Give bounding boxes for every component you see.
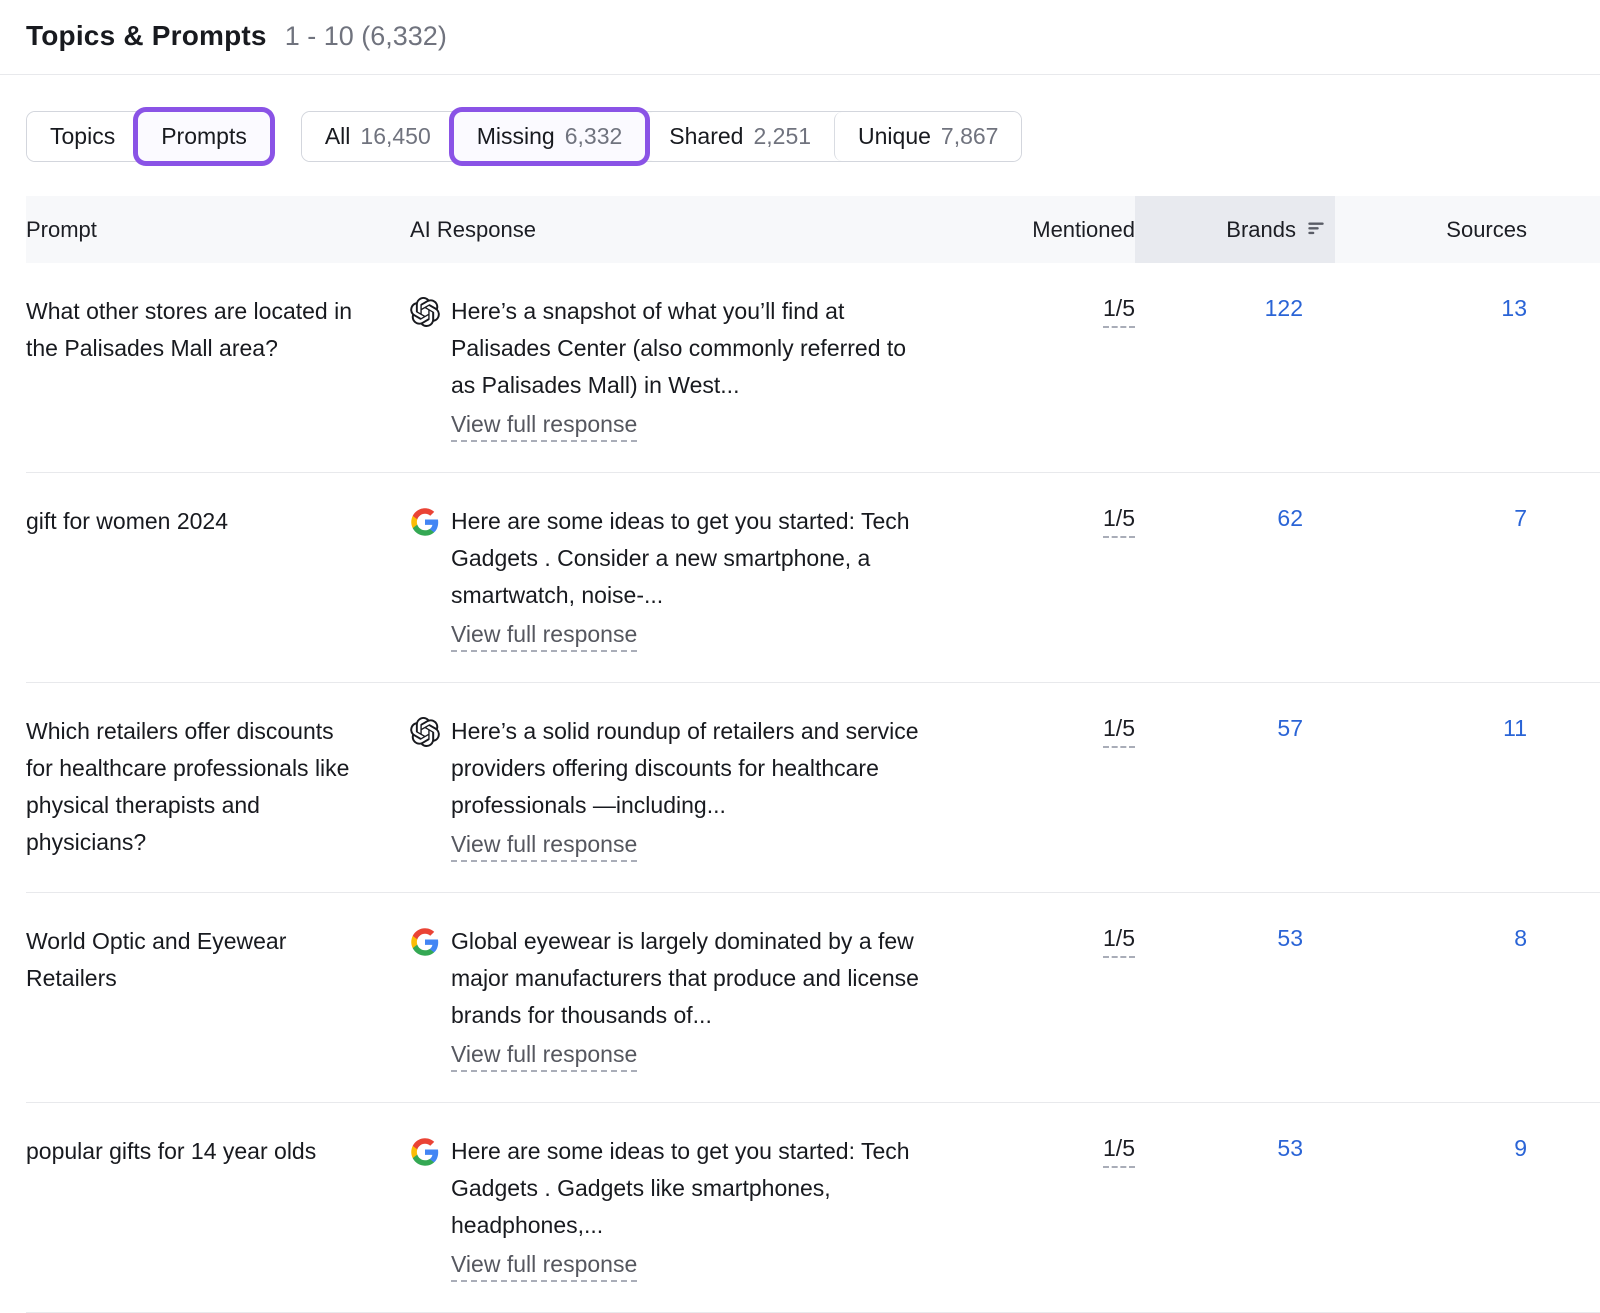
ai-response-cell: Here are some ideas to get you started: … — [410, 503, 970, 652]
ai-response-cell: Global eyewear is largely dominated by a… — [410, 923, 970, 1072]
brands-count[interactable]: 53 — [1277, 925, 1303, 951]
table-row: What other stores are located in the Pal… — [26, 263, 1600, 473]
brands-count[interactable]: 122 — [1265, 295, 1303, 321]
sources-count[interactable]: 7 — [1514, 505, 1527, 531]
ai-response-body: Here’s a solid roundup of retailers and … — [451, 713, 920, 862]
mentioned-value[interactable]: 1/5 — [1103, 1133, 1135, 1168]
sources-cell: 11 — [1335, 713, 1527, 743]
brands-cell: 57 — [1135, 713, 1335, 743]
filter-label: All — [325, 123, 351, 150]
sources-cell: 9 — [1335, 1133, 1527, 1163]
sources-cell: 13 — [1335, 293, 1527, 323]
ai-response-text: Here’s a solid roundup of retailers and … — [451, 718, 919, 818]
ai-response-cell: Here are some ideas to get you started: … — [410, 1133, 970, 1282]
sources-cell: 8 — [1335, 923, 1527, 953]
topics-prompts-toggle: Topics Prompts — [26, 111, 271, 162]
view-full-response-link[interactable]: View full response — [451, 831, 637, 862]
column-header-sources: Sources — [1335, 196, 1527, 263]
view-full-response-link[interactable]: View full response — [451, 1251, 637, 1282]
view-full-response-link[interactable]: View full response — [451, 1041, 637, 1072]
table-row: popular gifts for 14 year olds Here are … — [26, 1103, 1600, 1313]
ai-response-cell: Here’s a snapshot of what you’ll find at… — [410, 293, 970, 442]
table-row: Which retailers offer discounts for heal… — [26, 683, 1600, 893]
page-title: Topics & Prompts — [26, 20, 267, 52]
brands-count[interactable]: 62 — [1277, 505, 1303, 531]
mentioned-value[interactable]: 1/5 — [1103, 713, 1135, 748]
toggle-topics-label: Topics — [50, 123, 115, 150]
toggle-prompts[interactable]: Prompts — [138, 112, 270, 161]
toggle-prompts-label: Prompts — [161, 123, 247, 150]
ai-response-text: Here’s a snapshot of what you’ll find at… — [451, 298, 906, 398]
mentioned-cell: 1/5 — [970, 1133, 1135, 1168]
column-header-prompt: Prompt — [26, 196, 410, 263]
sources-count[interactable]: 8 — [1514, 925, 1527, 951]
mentioned-cell: 1/5 — [970, 503, 1135, 538]
filter-tab-all[interactable]: All 16,450 — [302, 112, 454, 161]
filter-label: Shared — [669, 123, 743, 150]
sources-count[interactable]: 11 — [1503, 715, 1527, 741]
table-body: What other stores are located in the Pal… — [26, 263, 1600, 1313]
brands-count[interactable]: 53 — [1277, 1135, 1303, 1161]
column-header-brands-label: Brands — [1226, 217, 1296, 243]
sources-count[interactable]: 13 — [1501, 295, 1527, 321]
ai-response-body: Here’s a snapshot of what you’ll find at… — [451, 293, 920, 442]
filter-row: Topics Prompts All 16,450 Missing 6,332 … — [26, 111, 1574, 162]
column-header-mentioned: Mentioned — [970, 196, 1135, 263]
filter-tab-unique[interactable]: Unique 7,867 — [834, 112, 1021, 161]
sources-count[interactable]: 9 — [1514, 1135, 1527, 1161]
prompt-cell: gift for women 2024 — [26, 503, 410, 540]
prompt-cell: What other stores are located in the Pal… — [26, 293, 410, 367]
mentioned-value[interactable]: 1/5 — [1103, 923, 1135, 958]
sources-cell: 7 — [1335, 503, 1527, 533]
brands-cell: 62 — [1135, 503, 1335, 533]
ai-response-body: Here are some ideas to get you started: … — [451, 503, 920, 652]
google-icon — [410, 1137, 440, 1167]
column-header-ai-response: AI Response — [410, 196, 970, 263]
filter-count: 16,450 — [360, 123, 430, 150]
mentioned-cell: 1/5 — [970, 293, 1135, 328]
filter-label: Missing — [477, 123, 555, 150]
prompt-filter-tabs: All 16,450 Missing 6,332 Shared 2,251 Un… — [301, 111, 1023, 162]
table-row: gift for women 2024 Here are some ideas … — [26, 473, 1600, 683]
prompts-table: Prompt AI Response Mentioned Brands Sour… — [0, 196, 1600, 1313]
filter-count: 6,332 — [565, 123, 623, 150]
prompt-cell: popular gifts for 14 year olds — [26, 1133, 410, 1170]
google-icon — [410, 507, 440, 537]
ai-response-body: Global eyewear is largely dominated by a… — [451, 923, 920, 1072]
mentioned-value[interactable]: 1/5 — [1103, 293, 1135, 328]
brands-cell: 53 — [1135, 1133, 1335, 1163]
filter-count: 7,867 — [941, 123, 999, 150]
ai-response-text: Here are some ideas to get you started: … — [451, 1138, 910, 1238]
mentioned-value[interactable]: 1/5 — [1103, 503, 1135, 538]
filter-tab-missing[interactable]: Missing 6,332 — [454, 112, 646, 161]
view-full-response-link[interactable]: View full response — [451, 411, 637, 442]
filter-label: Unique — [858, 123, 931, 150]
filter-count: 2,251 — [753, 123, 811, 150]
ai-response-cell: Here’s a solid roundup of retailers and … — [410, 713, 970, 862]
brands-cell: 122 — [1135, 293, 1335, 323]
brands-count[interactable]: 57 — [1277, 715, 1303, 741]
table-row: World Optic and Eyewear Retailers Global… — [26, 893, 1600, 1103]
filter-tab-shared[interactable]: Shared 2,251 — [645, 112, 834, 161]
page-header: Topics & Prompts 1 - 10 (6,332) — [0, 0, 1600, 75]
sort-descending-icon[interactable] — [1305, 217, 1327, 239]
mentioned-cell: 1/5 — [970, 923, 1135, 958]
ai-response-body: Here are some ideas to get you started: … — [451, 1133, 920, 1282]
prompt-cell: World Optic and Eyewear Retailers — [26, 923, 410, 997]
prompt-cell: Which retailers offer discounts for heal… — [26, 713, 410, 861]
google-icon — [410, 927, 440, 957]
toggle-topics[interactable]: Topics — [27, 112, 138, 161]
ai-response-text: Global eyewear is largely dominated by a… — [451, 928, 919, 1028]
column-header-brands[interactable]: Brands — [1135, 196, 1335, 263]
ai-response-text: Here are some ideas to get you started: … — [451, 508, 910, 608]
table-header: Prompt AI Response Mentioned Brands Sour… — [26, 196, 1600, 263]
mentioned-cell: 1/5 — [970, 713, 1135, 748]
openai-icon — [410, 717, 440, 747]
brands-cell: 53 — [1135, 923, 1335, 953]
view-full-response-link[interactable]: View full response — [451, 621, 637, 652]
openai-icon — [410, 297, 440, 327]
page-range: 1 - 10 (6,332) — [285, 21, 447, 52]
